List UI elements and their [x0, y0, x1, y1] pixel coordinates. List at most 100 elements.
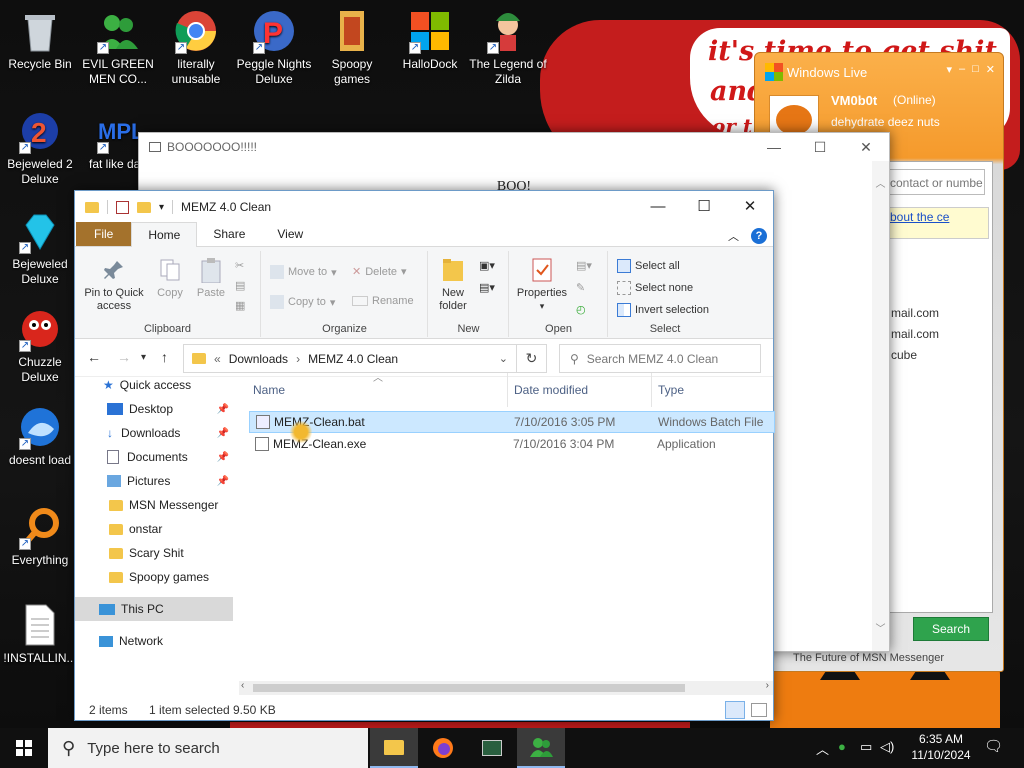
ribbon-collapse-icon[interactable]: ︿: [728, 228, 739, 244]
copy-path-icon[interactable]: ▤: [235, 279, 245, 292]
msn-minimize-button[interactable]: –: [959, 63, 965, 76]
boo-minimize-button[interactable]: —: [751, 133, 797, 161]
msn-maximize-button[interactable]: □: [972, 63, 979, 76]
breadcrumb-item[interactable]: MEMZ 4.0 Clean: [308, 352, 398, 366]
column-header-type[interactable]: Type: [658, 383, 684, 397]
msn-close-button[interactable]: ✕: [986, 63, 995, 76]
cut-icon[interactable]: ✂: [235, 259, 244, 272]
column-header-name[interactable]: Name: [253, 383, 285, 397]
horizontal-scrollbar[interactable]: ‹ ›: [239, 680, 773, 695]
msn-advert-link[interactable]: bout the ce: [885, 207, 989, 239]
desktop-icon-thunderbird[interactable]: ↗ doesnt load: [0, 404, 80, 468]
desktop-icon-spoopy-games[interactable]: Spoopy games: [312, 8, 392, 87]
qa-dropdown-icon[interactable]: ▾: [159, 202, 164, 213]
move-to-button[interactable]: Move to ▾: [270, 265, 337, 279]
taskbar-firefox[interactable]: [419, 728, 467, 768]
nav-quick-access[interactable]: ★ Quick access: [75, 373, 233, 397]
help-icon[interactable]: ?: [751, 228, 767, 244]
desktop-icon-peggle[interactable]: P ↗ Peggle Nights Deluxe: [234, 8, 314, 87]
desktop-icon-zilda[interactable]: ↗ The Legend of Zilda: [468, 8, 548, 87]
edit-icon[interactable]: ✎: [576, 281, 585, 294]
taskbar-app-window[interactable]: [468, 728, 516, 768]
paste-button[interactable]: Paste: [191, 257, 231, 300]
recent-locations-icon[interactable]: ▾: [141, 352, 146, 363]
taskbar-file-explorer[interactable]: [370, 728, 418, 768]
nav-item-this-pc[interactable]: This PC: [75, 597, 233, 621]
new-item-icon[interactable]: ▣▾: [479, 259, 495, 272]
select-all-button[interactable]: Select all: [617, 259, 680, 273]
search-input[interactable]: ⚲ Search MEMZ 4.0 Clean: [559, 344, 761, 373]
file-row[interactable]: MEMZ-Clean.bat 7/10/2016 3:05 PM Windows…: [249, 411, 775, 433]
properties-qa-icon[interactable]: [116, 200, 129, 214]
desktop-icon-evil-green-men[interactable]: ↗ EVIL GREEN MEN CO...: [78, 8, 158, 87]
taskbar-msn-messenger[interactable]: [517, 728, 565, 768]
nav-item-pictures[interactable]: Pictures 📌: [75, 469, 233, 493]
paste-shortcut-icon[interactable]: ▦: [235, 299, 245, 312]
desktop-icon-everything[interactable]: ↗ Everything: [0, 504, 80, 568]
breadcrumb-item[interactable]: Downloads: [229, 352, 288, 366]
details-view-icon[interactable]: [725, 701, 745, 719]
network-icon[interactable]: ▭: [860, 739, 872, 755]
volume-icon[interactable]: ◁): [880, 739, 894, 755]
msn-contact[interactable]: mail.com: [891, 327, 939, 341]
refresh-button[interactable]: ↻: [517, 344, 547, 373]
nav-item-documents[interactable]: Documents 📌: [75, 445, 233, 469]
tab-home[interactable]: Home: [131, 222, 198, 247]
open-icon[interactable]: ▤▾: [576, 259, 592, 272]
msn-personal-message[interactable]: dehydrate deez nuts: [831, 115, 940, 129]
clock[interactable]: 6:35 AM 11/10/2024: [898, 731, 984, 763]
forward-arrow-icon[interactable]: →: [117, 349, 131, 365]
desktop-icon-hallodock[interactable]: ↗ HalloDock: [390, 8, 470, 72]
nav-item-folder[interactable]: onstar: [75, 517, 233, 541]
breadcrumb[interactable]: « Downloads › MEMZ 4.0 Clean ⌄: [183, 344, 517, 373]
copy-to-button[interactable]: Copy to ▾: [270, 295, 335, 309]
copy-button[interactable]: Copy: [151, 257, 189, 300]
nav-item-downloads[interactable]: ↓ Downloads 📌: [75, 421, 233, 445]
properties-button[interactable]: Properties ▾: [512, 257, 572, 313]
rename-button[interactable]: Rename: [352, 295, 414, 307]
explorer-minimize-button[interactable]: —: [635, 191, 681, 221]
nav-item-folder[interactable]: MSN Messenger: [75, 493, 233, 517]
desktop-icon-recycle-bin[interactable]: Recycle Bin: [0, 8, 80, 72]
pin-quick-access-button[interactable]: Pin to Quick access: [81, 257, 147, 313]
boo-close-button[interactable]: ✕: [843, 133, 889, 161]
scroll-left-icon[interactable]: ‹: [241, 680, 244, 691]
chevron-down-icon[interactable]: ⌄: [499, 352, 508, 365]
desktop-icon-chuzzle[interactable]: ↗ Chuzzle Deluxe: [0, 306, 80, 385]
scroll-right-icon[interactable]: ›: [766, 680, 769, 691]
msn-username[interactable]: VM0b0t: [831, 93, 877, 108]
desktop-icon-bejeweled2[interactable]: 2 ↗ Bejeweled 2 Deluxe: [0, 108, 80, 187]
msn-status[interactable]: (Online): [893, 93, 936, 107]
file-explorer-window[interactable]: ▾ MEMZ 4.0 Clean — ☐ ✕ File Home Share V…: [74, 190, 775, 721]
desktop-icon-chrome[interactable]: ↗ literally unusable: [156, 8, 236, 87]
desktop-icon-installing[interactable]: !INSTALLIN...: [0, 602, 80, 666]
show-hidden-icons-icon[interactable]: ︿: [816, 739, 829, 758]
notifications-icon[interactable]: 🗨: [984, 737, 1003, 755]
nav-item-network[interactable]: Network: [75, 629, 233, 653]
desktop-icon-bejeweled[interactable]: ↗ Bejeweled Deluxe: [0, 208, 80, 287]
tab-file[interactable]: File: [76, 222, 132, 246]
msn-search-contacts-input[interactable]: contact or numbe: [885, 169, 985, 195]
msn-contact[interactable]: cube: [891, 348, 917, 362]
taskbar-search-box[interactable]: ⚲ Type here to search: [48, 728, 368, 768]
large-icons-view-icon[interactable]: [751, 703, 767, 717]
scrollbar-thumb[interactable]: [253, 684, 685, 692]
breadcrumb-overflow-icon[interactable]: «: [214, 352, 221, 366]
tab-view[interactable]: View: [261, 222, 319, 246]
tab-share[interactable]: Share: [197, 222, 261, 246]
explorer-close-button[interactable]: ✕: [727, 191, 773, 221]
history-icon[interactable]: ◴: [576, 303, 586, 316]
up-arrow-icon[interactable]: ↑: [161, 349, 168, 365]
column-header-date[interactable]: Date modified: [514, 383, 588, 397]
select-none-button[interactable]: Select none: [617, 281, 693, 295]
file-row[interactable]: MEMZ-Clean.exe 7/10/2016 3:04 PM Applica…: [249, 433, 775, 455]
new-folder-button[interactable]: New folder: [433, 257, 473, 313]
msn-contact[interactable]: mail.com: [891, 306, 939, 320]
start-button[interactable]: [0, 728, 48, 768]
msn-search-button[interactable]: Search: [913, 617, 989, 641]
explorer-maximize-button[interactable]: ☐: [681, 191, 727, 221]
new-folder-qa-icon[interactable]: [137, 201, 151, 213]
delete-button[interactable]: ✕ Delete ▾: [352, 265, 407, 279]
nav-item-folder[interactable]: Scary Shit: [75, 541, 233, 565]
back-arrow-icon[interactable]: ←: [87, 349, 101, 365]
